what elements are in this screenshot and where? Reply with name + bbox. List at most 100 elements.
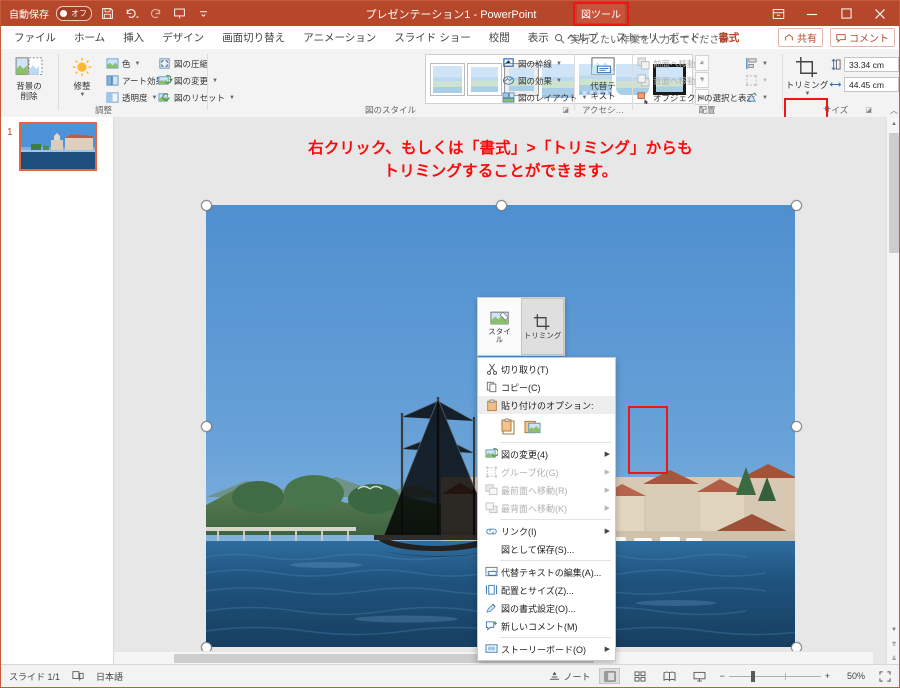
context-item-link[interactable]: リンク(I) ▶ — [478, 522, 615, 540]
redo-icon[interactable] — [147, 5, 164, 22]
context-item-label: グループ化(G) — [501, 467, 559, 478]
tab-transitions[interactable]: 画面切り替え — [213, 26, 294, 49]
reading-view-button[interactable] — [659, 668, 680, 684]
zoom-level[interactable]: 50% — [839, 671, 865, 681]
tab-view[interactable]: 表示 — [519, 26, 558, 49]
bring-front-icon — [482, 482, 501, 498]
paste-picture-icon[interactable] — [524, 418, 541, 437]
context-item-cut[interactable]: 切り取り(T) — [478, 360, 615, 378]
send-backward-button[interactable]: 背面へ移動 ▼ — [637, 72, 755, 89]
tab-home[interactable]: ホーム — [65, 26, 114, 49]
picture-tools-chip[interactable]: 図ツール — [577, 4, 625, 23]
save-icon[interactable] — [99, 5, 116, 22]
context-item-new-comment[interactable]: 新しいコメント(M) — [478, 617, 615, 635]
previous-slide-icon[interactable]: ⇈ — [887, 637, 899, 651]
picture-style-thumb[interactable] — [430, 62, 465, 96]
collapse-ribbon-icon[interactable]: ︿ — [890, 105, 898, 116]
arrange-align-buttons: ▼ ▼ ▼ — [745, 55, 768, 106]
context-item-size-and-position[interactable]: 配置とサイズ(Z)... — [478, 581, 615, 599]
context-menu[interactable]: 切り取り(T) コピー(C) 貼り付けのオプション: 図の変更(4) ▶ グルー… — [477, 357, 616, 661]
context-item-storyboard[interactable]: ストーリーボード(O) ▶ — [478, 640, 615, 658]
tab-design[interactable]: デザイン — [153, 26, 213, 49]
context-item-change-picture[interactable]: 図の変更(4) ▶ — [478, 445, 615, 463]
undo-icon[interactable] — [123, 5, 140, 22]
corrections-caret-icon[interactable]: ▼ — [80, 92, 86, 98]
slide-thumbnail-1[interactable] — [19, 122, 97, 171]
zoom-thumb[interactable] — [750, 670, 755, 682]
context-item-edit-alt-text[interactable]: 代替テキストの編集(A)... — [478, 563, 615, 581]
picture-styles-dialog-launcher[interactable]: ◪ — [562, 106, 569, 114]
remove-bg-label-1: 背景の — [16, 81, 42, 91]
slideshow-view-button[interactable] — [689, 668, 710, 684]
tab-review[interactable]: 校閲 — [480, 26, 519, 49]
tab-animations[interactable]: アニメーション — [294, 26, 385, 49]
comment-button[interactable]: コメント — [830, 28, 895, 47]
resize-handle-top-right[interactable] — [791, 200, 802, 211]
corrections-icon — [72, 57, 92, 77]
mini-toolbar[interactable]: スタイ ル トリミング — [477, 297, 565, 356]
corrections-button[interactable]: 修整 ▼ — [63, 53, 101, 98]
picture-style-thumb[interactable] — [467, 62, 502, 96]
resize-handle-top-center[interactable] — [496, 200, 507, 211]
context-item-copy[interactable]: コピー(C) — [478, 378, 615, 396]
resize-handle-middle-left[interactable] — [201, 421, 212, 432]
close-button[interactable] — [863, 1, 897, 26]
color-icon — [106, 58, 119, 69]
search-placeholder: 実行したい作業を入力してください — [570, 34, 730, 46]
tab-insert[interactable]: 挿入 — [114, 26, 153, 49]
slide-sorter-view-button[interactable] — [629, 668, 650, 684]
minimize-button[interactable] — [795, 1, 829, 26]
context-item-send-to-back[interactable]: 最背面へ移動(K) ▶ — [478, 499, 615, 517]
zoom-in-button[interactable]: + — [825, 671, 830, 681]
crop-button[interactable]: トリミング ▼ — [786, 53, 828, 97]
language-label[interactable]: 日本語 — [96, 670, 123, 683]
scroll-up-icon[interactable]: ▲ — [887, 117, 899, 131]
paste-options-row[interactable] — [478, 414, 615, 440]
group-objects-button[interactable]: ▼ — [745, 72, 768, 89]
zoom-slider[interactable]: − + — [719, 670, 830, 682]
scroll-down-icon[interactable]: ▼ — [887, 623, 899, 637]
shape-height-field[interactable]: 33.34 cm ▲▼ — [830, 56, 899, 73]
share-button[interactable]: 共有 — [778, 28, 823, 47]
normal-view-button[interactable] — [599, 668, 621, 684]
resize-handle-middle-right[interactable] — [791, 421, 802, 432]
tab-file[interactable]: ファイル — [5, 26, 65, 49]
context-item-format-picture[interactable]: 図の書式設定(O)... — [478, 599, 615, 617]
zoom-out-button[interactable]: − — [719, 671, 724, 681]
mini-styles-button[interactable]: スタイ ル — [478, 298, 521, 355]
tell-me-search[interactable]: 実行したい作業を入力してください — [554, 29, 729, 47]
language-icon[interactable] — [72, 670, 84, 683]
size-dialog-launcher[interactable]: ◪ — [865, 106, 872, 114]
ribbon-display-options-icon[interactable] — [761, 1, 795, 26]
width-value[interactable]: 44.45 cm — [844, 77, 899, 92]
notes-button[interactable]: ノート — [549, 670, 590, 683]
more-options-icon[interactable] — [195, 5, 212, 22]
zoom-track[interactable] — [728, 670, 821, 682]
tab-slideshow[interactable]: スライド ショー — [385, 26, 479, 49]
tab-strip-right: 共有 コメント — [778, 28, 895, 47]
context-item-bring-to-front[interactable]: 最前面へ移動(R) ▶ — [478, 481, 615, 499]
vertical-scroll-thumb[interactable] — [889, 133, 899, 253]
vertical-scrollbar[interactable]: ▲ ▼ ⇈ ⇊ — [886, 117, 899, 665]
next-slide-icon[interactable]: ⇊ — [887, 651, 899, 665]
height-value[interactable]: 33.34 cm — [844, 57, 899, 72]
maximize-button[interactable] — [829, 1, 863, 26]
shape-width-field[interactable]: 44.45 cm ▲▼ — [830, 76, 899, 93]
resize-handle-top-left[interactable] — [201, 200, 212, 211]
context-item-group[interactable]: グループ化(G) ▶ — [478, 463, 615, 481]
align-objects-button[interactable]: ▼ — [745, 55, 768, 72]
paste-keep-formatting-icon[interactable] — [501, 418, 518, 437]
autosave-toggle[interactable]: オフ — [56, 6, 92, 21]
present-icon[interactable] — [171, 5, 188, 22]
remove-background-button[interactable]: 背景の 削除 — [5, 53, 53, 102]
crop-caret-icon[interactable]: ▼ — [805, 91, 811, 97]
fit-slide-button[interactable] — [874, 668, 895, 684]
context-item-save-as-picture[interactable]: 図として保存(S)... — [478, 540, 615, 558]
mini-crop-button[interactable]: トリミング — [521, 298, 564, 355]
zoom-midpoint — [784, 672, 786, 680]
bring-forward-button[interactable]: 前面へ移動 ▼ — [637, 55, 755, 72]
context-item-paste-options[interactable]: 貼り付けのオプション: — [478, 396, 615, 414]
alt-text-label-1: 代替テ — [590, 81, 616, 91]
alt-text-button[interactable]: 代替テ キスト — [581, 53, 625, 102]
slide-indicator[interactable]: スライド 1/1 — [9, 670, 60, 683]
